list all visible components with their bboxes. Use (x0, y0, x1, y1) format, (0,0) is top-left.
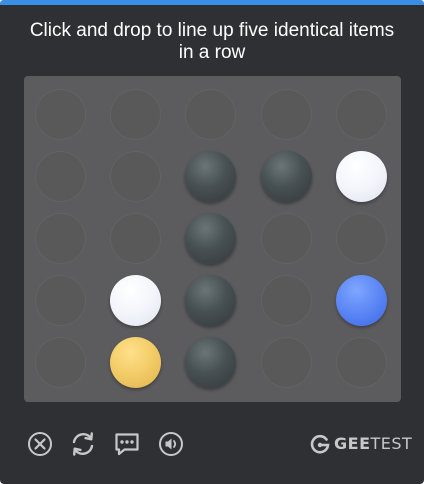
puzzle-board (24, 76, 401, 402)
feedback-button[interactable] (113, 430, 141, 458)
white-ball[interactable] (110, 275, 161, 326)
empty-slot[interactable] (336, 337, 387, 388)
empty-slot[interactable] (35, 151, 86, 202)
instruction-text: Click and drop to line up five identical… (29, 20, 395, 63)
close-button[interactable] (26, 430, 54, 458)
empty-slot[interactable] (35, 213, 86, 264)
audio-icon (157, 430, 185, 458)
feedback-icon (113, 430, 141, 458)
empty-slot[interactable] (110, 151, 161, 202)
close-icon (26, 430, 54, 458)
dark-ball[interactable] (261, 151, 312, 202)
empty-slot[interactable] (110, 213, 161, 264)
empty-slot[interactable] (35, 89, 86, 140)
dark-ball[interactable] (185, 213, 236, 264)
yellow-ball[interactable] (110, 337, 161, 388)
blue-ball[interactable] (336, 275, 387, 326)
empty-slot[interactable] (185, 89, 236, 140)
captcha-panel: Click and drop to line up five identical… (0, 0, 424, 484)
empty-slot[interactable] (261, 337, 312, 388)
empty-slot[interactable] (261, 213, 312, 264)
empty-slot[interactable] (336, 213, 387, 264)
geetest-logo-icon (309, 433, 334, 455)
dark-ball[interactable] (185, 151, 236, 202)
empty-slot[interactable] (336, 89, 387, 140)
audio-button[interactable] (157, 430, 185, 458)
empty-slot[interactable] (35, 275, 86, 326)
empty-slot[interactable] (110, 89, 161, 140)
geetest-brand-text: GEETEST (334, 434, 413, 453)
dark-ball[interactable] (185, 275, 236, 326)
refresh-button[interactable] (69, 430, 97, 458)
empty-slot[interactable] (261, 275, 312, 326)
accent-bar (0, 0, 424, 5)
white-ball[interactable] (336, 151, 387, 202)
empty-slot[interactable] (261, 89, 312, 140)
geetest-logo[interactable]: GEETEST (309, 432, 412, 456)
dark-ball[interactable] (185, 337, 236, 388)
refresh-icon (69, 430, 97, 458)
empty-slot[interactable] (35, 337, 86, 388)
